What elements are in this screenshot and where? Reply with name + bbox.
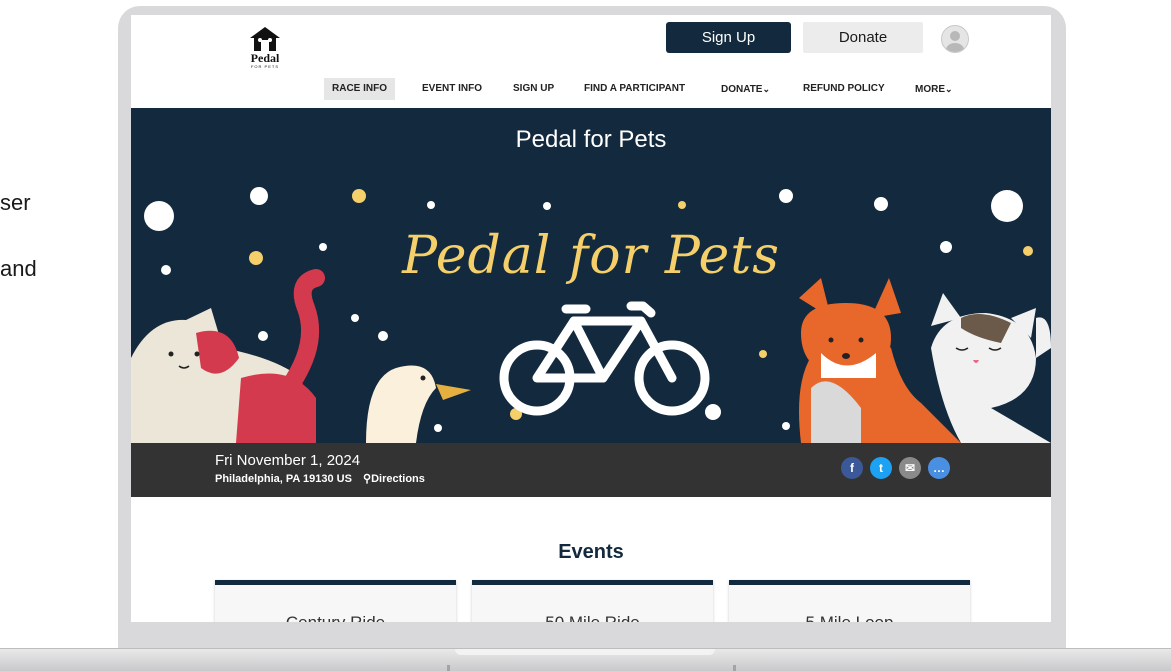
event-address: Philadelphia, PA 19130 US — [215, 473, 352, 485]
event-card-label: Century Ride — [215, 613, 456, 622]
events-heading: Events — [558, 541, 624, 563]
hero-headline: Pedal for Pets — [402, 226, 780, 286]
nav-label: REFUND POLICY — [803, 83, 885, 94]
sign-up-button[interactable]: Sign Up — [666, 22, 791, 53]
browser-screen: Pedal FOR PETS Sign Up Donate RACE INFO … — [131, 15, 1051, 622]
directions-label: Directions — [371, 473, 425, 485]
event-card[interactable]: 50 Mile Ride — [472, 580, 713, 622]
email-share-icon[interactable]: ✉ — [899, 457, 921, 479]
chevron-down-icon: ⌄ — [945, 84, 953, 94]
chevron-down-icon: ⌄ — [762, 84, 771, 94]
user-avatar-icon[interactable] — [941, 25, 969, 53]
laptop-hinge-mark — [447, 665, 450, 671]
logo-subtext: FOR PETS — [250, 64, 279, 69]
cat-illustration — [131, 269, 325, 443]
nav-more[interactable]: MORE⌄ — [915, 78, 953, 100]
event-card[interactable]: Century Ride — [215, 580, 456, 622]
nav-label: SIGN UP — [513, 83, 555, 94]
nav-label: EVENT INFO — [422, 83, 483, 94]
nav-label: MORE — [915, 84, 945, 95]
donate-button[interactable]: Donate — [803, 22, 923, 53]
event-card[interactable]: 5 Mile Loop — [729, 580, 970, 622]
twitter-share-icon[interactable]: t — [870, 457, 892, 479]
nav-race-info[interactable]: RACE INFO — [324, 78, 395, 100]
map-pin-icon: ⚲ — [363, 473, 372, 485]
bicycle-icon — [499, 301, 710, 416]
nav-event-info[interactable]: EVENT INFO — [422, 78, 482, 100]
event-date: Fri November 1, 2024 — [215, 452, 361, 469]
event-card-label: 5 Mile Loop — [729, 613, 970, 622]
house-logo-icon — [250, 27, 280, 51]
nav-donate[interactable]: DONATE⌄ — [721, 78, 770, 100]
nav-find-participant[interactable]: FIND A PARTICIPANT — [584, 78, 685, 100]
site-logo[interactable]: Pedal FOR PETS — [247, 25, 283, 69]
comment-share-icon[interactable]: … — [928, 457, 950, 479]
nav-label: DONATE — [721, 84, 763, 95]
nav-label: FIND A PARTICIPANT — [584, 83, 686, 94]
laptop-notch — [455, 649, 715, 655]
nav-refund-policy[interactable]: REFUND POLICY — [803, 78, 885, 100]
facebook-share-icon[interactable]: f — [841, 457, 863, 479]
cat-illustration — [931, 293, 1051, 443]
side-text-line2: and — [0, 256, 37, 281]
event-info-bar: Fri November 1, 2024 Philadelphia, PA 19… — [131, 443, 1051, 497]
side-text-line1: ser — [0, 190, 31, 215]
laptop-hinge-mark — [733, 665, 736, 671]
hero-banner: Pedal for Pets Pedal for Pets — [131, 108, 1051, 443]
event-card-label: 50 Mile Ride — [472, 613, 713, 622]
event-location: Philadelphia, PA 19130 US ⚲Directions — [215, 472, 425, 485]
laptop-base — [0, 648, 1171, 671]
nav-sign-up[interactable]: SIGN UP — [513, 78, 554, 100]
goose-illustration — [366, 365, 471, 443]
main-nav: RACE INFO EVENT INFO SIGN UP FIND A PART… — [131, 78, 1051, 100]
nav-label: RACE INFO — [332, 83, 387, 94]
directions-link[interactable]: ⚲Directions — [363, 473, 425, 485]
